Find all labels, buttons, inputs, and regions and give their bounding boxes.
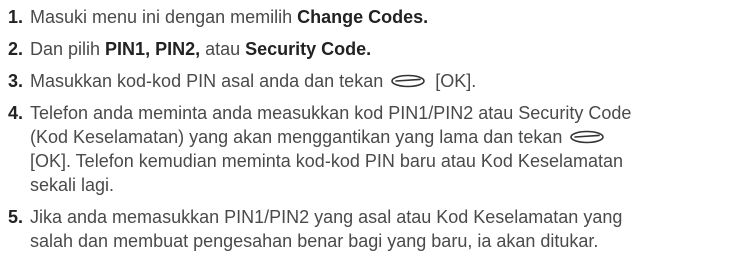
soft-key-icon <box>390 74 426 88</box>
step-text: Masuki menu ini dengan memilih Change Co… <box>30 5 753 29</box>
step-text: Telefon anda meminta anda measukkan kod … <box>30 101 753 197</box>
step-text-line: [OK]. Telefon kemudian meminta kod-kod P… <box>30 151 623 171</box>
step-text: Dan pilih PIN1, PIN2, atau Security Code… <box>30 37 753 61</box>
instruction-list: 1. Masuki menu ini dengan memilih Change… <box>8 5 753 261</box>
step-text-line: (Kod Keselamatan) yang akan menggantikan… <box>30 127 568 147</box>
step-text-plain: [OK]. <box>430 71 477 91</box>
step-text: Jika anda memasukkan PIN1/PIN2 yang asal… <box>30 205 753 253</box>
step-text-plain: Masuki menu ini dengan memilih <box>30 7 298 27</box>
step-number: 2. <box>8 39 24 59</box>
soft-key-icon <box>569 130 605 144</box>
step-text-bold: Security Code. <box>245 39 372 59</box>
step-text-line: Jika anda memasukkan PIN1/PIN2 yang asal… <box>30 207 623 227</box>
step-text-line: sekali lagi. <box>30 175 115 195</box>
step-text-line: salah dan membuat pengesahan benar bagi … <box>30 231 599 251</box>
step-text-bold: PIN1, PIN2, <box>105 39 201 59</box>
step-number: 1. <box>8 7 24 27</box>
list-item: 4. Telefon anda meminta anda measukkan k… <box>8 101 753 197</box>
step-number: 3. <box>8 71 24 91</box>
step-number: 4. <box>8 103 24 123</box>
step-text-plain: atau <box>200 39 246 59</box>
list-item: 1. Masuki menu ini dengan memilih Change… <box>8 5 753 29</box>
step-text-line: Telefon anda meminta anda measukkan kod … <box>30 103 632 123</box>
list-item: 3. Masukkan kod-kod PIN asal anda dan te… <box>8 69 753 93</box>
step-text: Masukkan kod-kod PIN asal anda dan tekan… <box>30 69 753 93</box>
list-item: 2. Dan pilih PIN1, PIN2, atau Security C… <box>8 37 753 61</box>
step-text-plain: Dan pilih <box>30 39 106 59</box>
step-text-plain: Masukkan kod-kod PIN asal anda dan tekan <box>30 71 389 91</box>
list-item: 5. Jika anda memasukkan PIN1/PIN2 yang a… <box>8 205 753 253</box>
step-number: 5. <box>8 207 24 227</box>
step-text-bold: Change Codes. <box>297 7 429 27</box>
